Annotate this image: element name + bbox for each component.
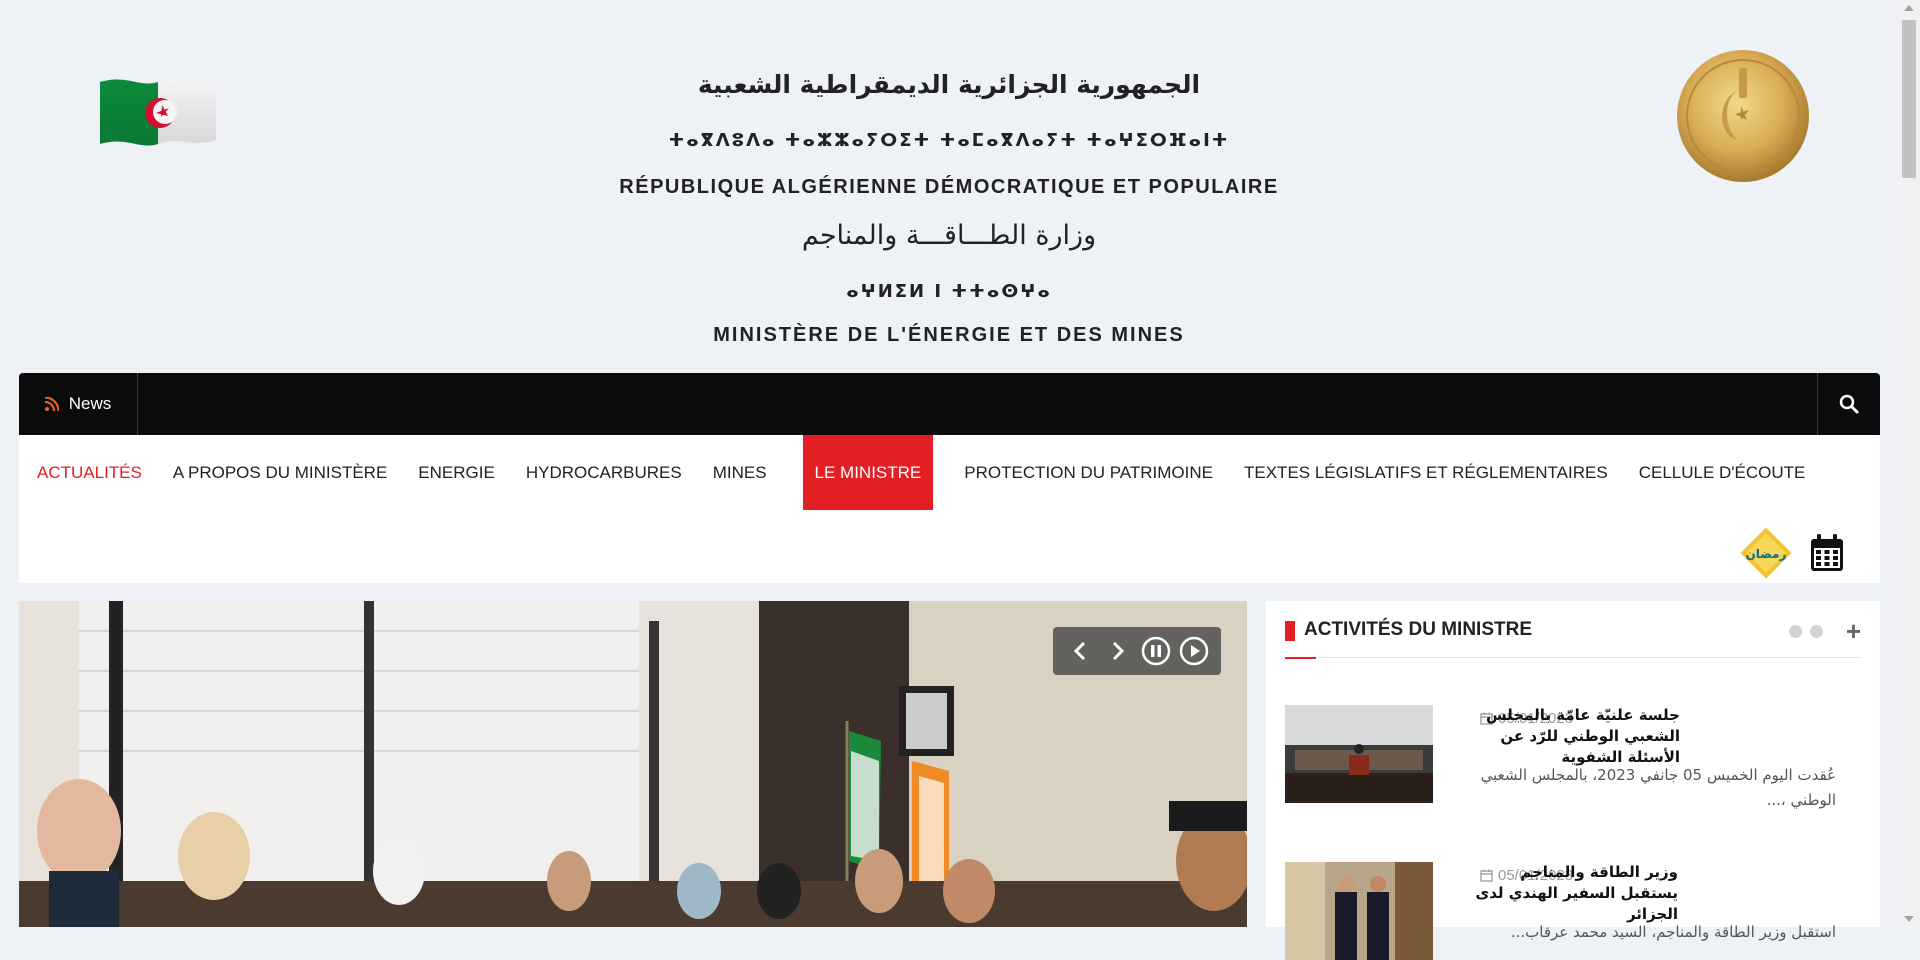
rss-icon — [44, 397, 59, 411]
nav-item-actualites[interactable]: ACTUALITÉS — [19, 435, 155, 510]
chevron-left-icon — [1073, 641, 1086, 661]
chevron-right-icon — [1112, 641, 1125, 661]
panel-underline — [1285, 657, 1316, 659]
svg-text:رمضان: رمضان — [1746, 547, 1787, 561]
scrollbar-thumb[interactable] — [1902, 20, 1916, 178]
activity-title[interactable]: وزير الطاقة والمناجم يستقبل السفير الهند… — [1470, 862, 1678, 925]
news-ticker-label[interactable]: News — [19, 373, 138, 435]
slider-play-button[interactable] — [1179, 636, 1209, 666]
main-navigation: ACTUALITÉS A PROPOS DU MINISTÈRE ENERGIE… — [19, 435, 1880, 583]
activity-title[interactable]: جلسة علنيّة عامّة بالمجلس الشعبي الوطني … — [1470, 705, 1680, 768]
nav-item-le-ministre[interactable]: LE MINISTRE — [802, 435, 934, 510]
plus-icon[interactable]: + — [1846, 618, 1861, 644]
pause-icon — [1141, 636, 1171, 666]
nav-item-textes-legislatifs[interactable]: TEXTES LÉGISLATIFS ET RÉGLEMENTAIRES — [1231, 435, 1621, 510]
slider-prev-button[interactable] — [1065, 636, 1095, 666]
panel-title: ACTIVITÉS DU MINISTRE — [1304, 619, 1533, 640]
pagination-dot[interactable] — [1789, 625, 1802, 638]
panel-pagination-dots — [1789, 625, 1823, 638]
slider-controls — [1053, 627, 1221, 675]
scroll-up-arrow-icon[interactable] — [1904, 5, 1914, 11]
nav-icon-group: رمضان — [1738, 525, 1844, 581]
nav-item-mines[interactable]: MINES — [700, 435, 780, 510]
nav-item-a-propos[interactable]: A PROPOS DU MINISTÈRE — [160, 435, 400, 510]
arabic-ministry-name: وزارة الطـــاقـــة والمناجم — [801, 220, 1097, 251]
pagination-dot[interactable] — [1810, 625, 1823, 638]
nav-menu: ACTUALITÉS A PROPOS DU MINISTÈRE ENERGIE… — [19, 435, 1823, 510]
nav-item-protection-patrimoine[interactable]: PROTECTION DU PATRIMOINE — [951, 435, 1226, 510]
tifinagh-ministry-name: ⴰⵖⵍⵉⵍ ⵏ ⵜⵜⴰⵙⵖⴰ — [846, 281, 1052, 302]
search-button[interactable] — [1817, 373, 1880, 435]
nav-item-energie[interactable]: ENERGIE — [405, 435, 508, 510]
panel-header: ACTIVITÉS DU MINISTRE + — [1285, 618, 1861, 659]
news-label-text: News — [68, 394, 112, 413]
slider-next-button[interactable] — [1103, 636, 1133, 666]
activities-panel: ACTIVITÉS DU MINISTRE + 05/01/2023 جلسة … — [1266, 601, 1880, 960]
french-republic-name: RÉPUBLIQUE ALGÉRIENNE DÉMOCRATIQUE ET PO… — [619, 176, 1279, 198]
nav-item-cellule-ecoute[interactable]: CELLULE D'ÉCOUTE — [1626, 435, 1819, 510]
site-header: الجمهورية الجزائرية الديمقراطية الشعبية … — [0, 0, 1898, 372]
ramadan-logo-icon[interactable]: رمضان — [1738, 525, 1794, 581]
french-ministry-name: MINISTÈRE DE L'ÉNERGIE ET DES MINES — [713, 324, 1185, 346]
activity-excerpt: عُقدت اليوم الخميس 05 جانفي 2023، بالمجل… — [1480, 766, 1836, 809]
state-emblem-icon — [1677, 50, 1809, 182]
scroll-down-arrow-icon[interactable] — [1904, 916, 1914, 922]
arabic-republic-name: الجمهورية الجزائرية الديمقراطية الشعبية — [697, 70, 1201, 99]
activity-excerpt: استقبل وزير الطاقة والمناجم، السيد محمد … — [1510, 923, 1836, 941]
activity-thumbnail[interactable] — [1285, 862, 1433, 960]
news-ticker-bar: News — [19, 373, 1880, 435]
slider-pause-button[interactable] — [1141, 636, 1171, 666]
calendar-icon[interactable] — [1810, 534, 1844, 572]
page-scrollbar[interactable] — [1898, 0, 1920, 927]
search-icon — [1839, 394, 1859, 414]
nav-item-hydrocarbures[interactable]: HYDROCARBURES — [513, 435, 695, 510]
play-icon — [1179, 636, 1209, 666]
panel-accent-bar — [1285, 621, 1295, 641]
tifinagh-republic-name: ⵜⴰⴳⴷⵓⴷⴰ ⵜⴰⵣⵣⴰⵢⵔⵉⵜ ⵜⴰⵎⴰⴳⴷⴰⵢⵜ ⵜⴰⵖⵉⵔⴼⴰⵏⵜ — [668, 130, 1230, 151]
activity-thumbnail[interactable] — [1285, 705, 1433, 803]
